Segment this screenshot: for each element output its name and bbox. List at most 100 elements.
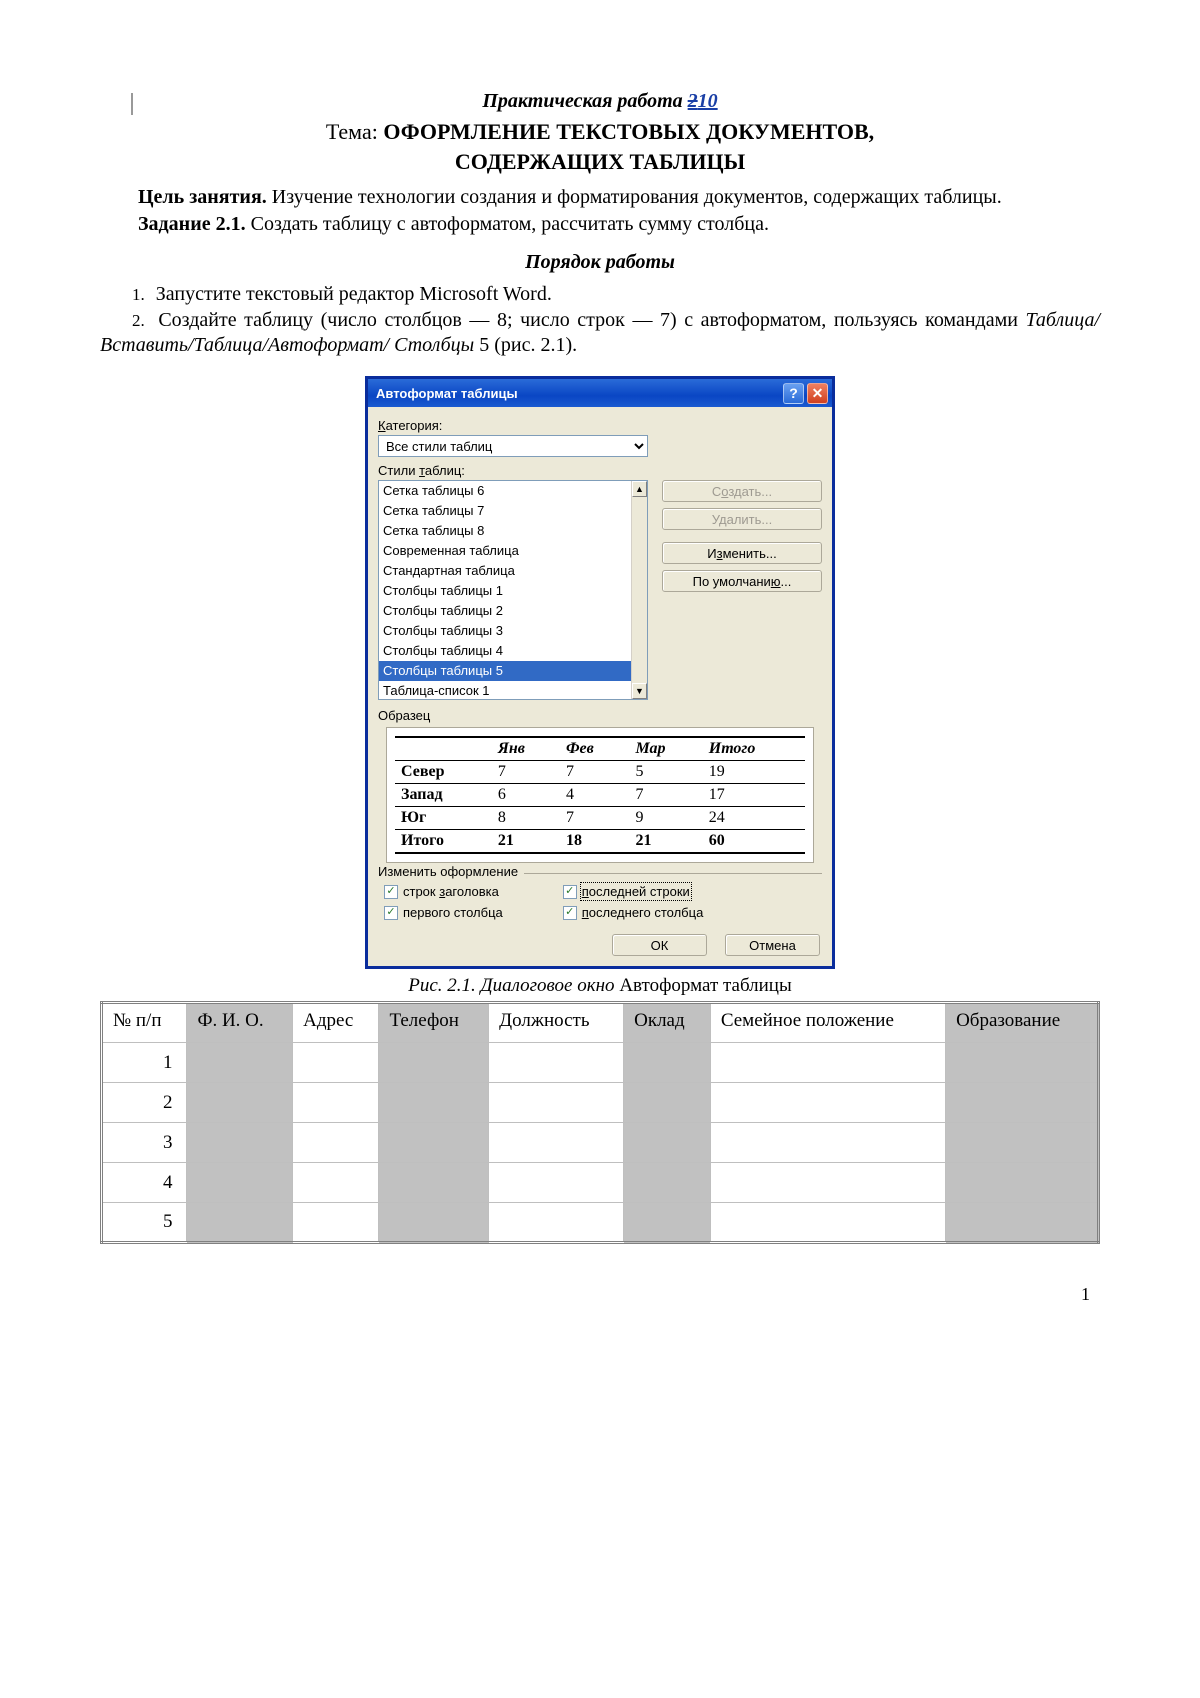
table-cell — [946, 1083, 1099, 1123]
formatting-group: Изменить оформление ✓ строк заголовка ✓ … — [378, 873, 822, 920]
preview-cell: 7 — [492, 761, 560, 784]
preview-cell: Север — [395, 761, 492, 784]
styles-label: Стили таблиц: — [378, 463, 822, 478]
table-header: Ф. И. О. — [187, 1003, 293, 1043]
topic-line-2: СОДЕРЖАЩИХ ТАБЛИЦЫ — [100, 149, 1100, 175]
table-cell — [293, 1043, 379, 1083]
table-header: Оклад — [624, 1003, 711, 1043]
doc-title: Практическая работа 210 — [100, 90, 1100, 113]
topic-line-1: Тема: ОФОРМЛЕНИЕ ТЕКСТОВЫХ ДОКУМЕНТОВ, — [100, 119, 1100, 145]
dialog-titlebar[interactable]: Автоформат таблицы ? ✕ — [368, 379, 832, 407]
goal-paragraph: Цель занятия. Изучение технологии создан… — [100, 185, 1100, 210]
data-table: № п/пФ. И. О.АдресТелефонДолжностьОкладС… — [100, 1001, 1100, 1244]
table-cell — [187, 1203, 293, 1243]
list-item[interactable]: Столбцы таблицы 1 — [379, 581, 647, 601]
preview-cell: 8 — [492, 807, 560, 830]
table-cell — [489, 1203, 624, 1243]
table-cell — [946, 1163, 1099, 1203]
step-1-num: 1. — [100, 285, 151, 304]
step-2-pre: Создайте таблицу (число столбцов — 8; чи… — [151, 309, 1026, 331]
title-num: 10 — [698, 90, 718, 112]
title-prefix: Практическая работа — [482, 90, 687, 112]
list-item[interactable]: Столбцы таблицы 5 — [379, 661, 647, 681]
table-cell — [379, 1083, 489, 1123]
table-cell — [293, 1083, 379, 1123]
scroll-down-icon[interactable]: ▼ — [632, 683, 647, 699]
delete-button[interactable]: Удалить... — [662, 508, 822, 530]
preview-cell: 17 — [703, 784, 805, 807]
chk-last-column[interactable]: ✓ последнего столбца — [563, 905, 704, 920]
table-cell: 5 — [102, 1203, 187, 1243]
table-cell — [489, 1163, 624, 1203]
preview-cell: 6 — [492, 784, 560, 807]
help-icon[interactable]: ? — [783, 383, 804, 404]
table-row: 1 — [102, 1043, 1099, 1083]
table-cell — [710, 1043, 945, 1083]
preview-cell: 9 — [629, 807, 702, 830]
topic-text-1: ОФОРМЛЕНИЕ ТЕКСТОВЫХ ДОКУМЕНТОВ, — [383, 119, 874, 144]
chk-header-rows[interactable]: ✓ строк заголовка — [384, 884, 503, 899]
list-item[interactable]: Современная таблица — [379, 541, 647, 561]
task-text: Создать таблицу с автоформатом, рассчита… — [246, 213, 769, 235]
list-item[interactable]: Сетка таблицы 8 — [379, 521, 647, 541]
default-button[interactable]: По умолчанию — [662, 570, 822, 592]
preview-table: ЯнвФевМарИтого Север77519Запад64717Юг879… — [395, 736, 805, 854]
create-button[interactable]: Создать — [662, 480, 822, 502]
list-item[interactable]: Столбцы таблицы 3 — [379, 621, 647, 641]
table-header: № п/п — [102, 1003, 187, 1043]
table-cell: 3 — [102, 1123, 187, 1163]
table-cell — [710, 1163, 945, 1203]
preview-cell: 7 — [560, 761, 630, 784]
title-num-struck: 2 — [688, 90, 698, 112]
list-item[interactable]: Сетка таблицы 6 — [379, 481, 647, 501]
table-row: 3 — [102, 1123, 1099, 1163]
dialog-body: Категория: Все стили таблиц Стили таблиц… — [368, 407, 832, 966]
preview-cell: Запад — [395, 784, 492, 807]
page-number: 1 — [100, 1284, 1090, 1305]
formatting-group-label: Изменить оформление — [378, 864, 524, 879]
checkbox-icon: ✓ — [563, 906, 577, 920]
list-item[interactable]: Столбцы таблицы 2 — [379, 601, 647, 621]
work-order-heading: Порядок работы — [100, 251, 1100, 274]
styles-listbox[interactable]: Сетка таблицы 6Сетка таблицы 7Сетка табл… — [378, 480, 648, 700]
preview-cell: 4 — [560, 784, 630, 807]
edit-button[interactable]: Изменить — [662, 542, 822, 564]
ok-button[interactable]: ОК — [612, 934, 707, 956]
table-cell — [946, 1123, 1099, 1163]
table-header: Адрес — [293, 1003, 379, 1043]
preview-cell: 5 — [629, 761, 702, 784]
preview-header — [395, 737, 492, 761]
preview-cell: 21 — [492, 830, 560, 854]
step-2-tail: 5 (рис. 2.1). — [474, 334, 577, 356]
table-cell — [379, 1123, 489, 1163]
table-cell — [187, 1083, 293, 1123]
table-cell — [187, 1043, 293, 1083]
table-cell — [379, 1203, 489, 1243]
category-select[interactable]: Все стили таблиц — [378, 435, 648, 457]
list-item[interactable]: Столбцы таблицы 4 — [379, 641, 647, 661]
preview-header: Янв — [492, 737, 560, 761]
list-item[interactable]: Сетка таблицы 7 — [379, 501, 647, 521]
scroll-up-icon[interactable]: ▲ — [632, 481, 647, 497]
preview-cell: 60 — [703, 830, 805, 854]
preview-cell: 21 — [629, 830, 702, 854]
task-paragraph: Задание 2.1. Создать таблицу с автоформа… — [100, 212, 1100, 237]
checkbox-icon: ✓ — [563, 885, 577, 899]
table-row: 5 — [102, 1203, 1099, 1243]
list-item[interactable]: Таблица-список 1 — [379, 681, 647, 700]
category-label: Категория: — [378, 418, 822, 433]
cancel-button[interactable]: Отмена — [725, 934, 820, 956]
goal-label: Цель занятия. — [138, 186, 267, 208]
close-icon[interactable]: ✕ — [807, 383, 828, 404]
chk-last-row[interactable]: ✓ последней строки — [563, 884, 704, 899]
chk-first-column[interactable]: ✓ первого столбца — [384, 905, 503, 920]
listbox-scrollbar[interactable]: ▲ ▼ — [631, 481, 647, 699]
page-content: Практическая работа 210 Тема: ОФОРМЛЕНИЕ… — [100, 90, 1100, 1305]
preview-cell: 18 — [560, 830, 630, 854]
step-2-num: 2. — [100, 311, 151, 330]
preview-cell: 7 — [629, 784, 702, 807]
table-cell — [624, 1203, 711, 1243]
list-item[interactable]: Стандартная таблица — [379, 561, 647, 581]
table-cell — [710, 1203, 945, 1243]
preview-cell: 7 — [560, 807, 630, 830]
